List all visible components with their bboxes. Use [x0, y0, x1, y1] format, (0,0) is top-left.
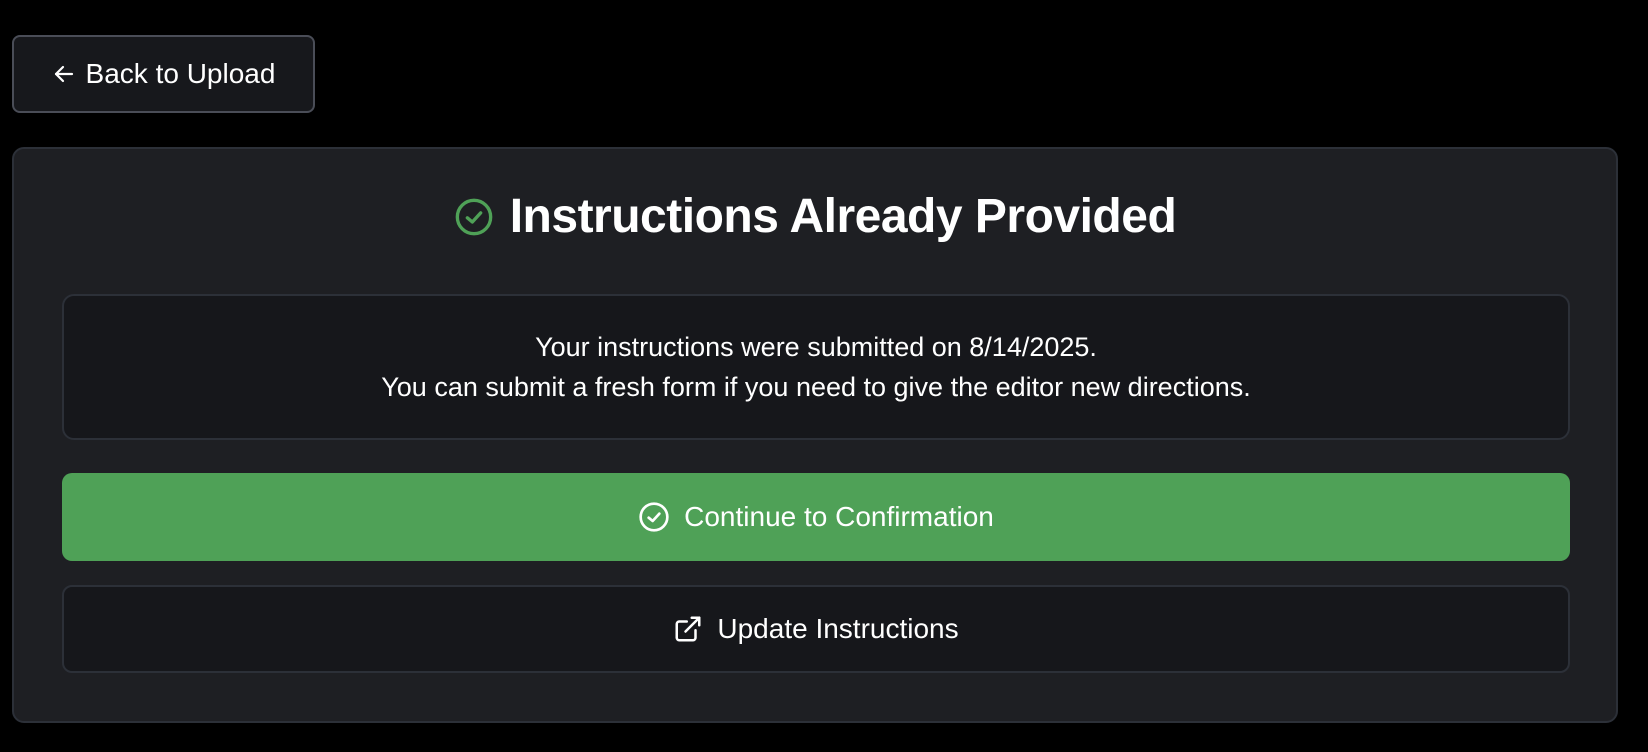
arrow-left-icon: [52, 62, 76, 86]
update-instructions-button[interactable]: Update Instructions: [62, 585, 1570, 673]
check-circle-icon: [454, 197, 494, 237]
resubmit-hint-text: You can submit a fresh form if you need …: [381, 372, 1251, 402]
submission-date-text: Your instructions were submitted on 8/14…: [535, 332, 1097, 362]
check-circle-icon: [638, 501, 670, 533]
continue-to-confirmation-button[interactable]: Continue to Confirmation: [62, 473, 1570, 561]
card-heading: Instructions Already Provided: [14, 189, 1616, 244]
submission-info-box: Your instructions were submitted on 8/14…: [62, 294, 1570, 440]
page: Back to Upload Instructions Already Prov…: [0, 0, 1648, 752]
external-link-icon: [673, 614, 703, 644]
continue-button-label: Continue to Confirmation: [684, 501, 994, 532]
back-to-upload-button[interactable]: Back to Upload: [12, 35, 315, 113]
page-title: Instructions Already Provided: [509, 190, 1177, 243]
back-button-label: Back to Upload: [85, 58, 276, 89]
instructions-card: Instructions Already Provided Your instr…: [12, 147, 1618, 723]
update-button-label: Update Instructions: [717, 613, 959, 644]
